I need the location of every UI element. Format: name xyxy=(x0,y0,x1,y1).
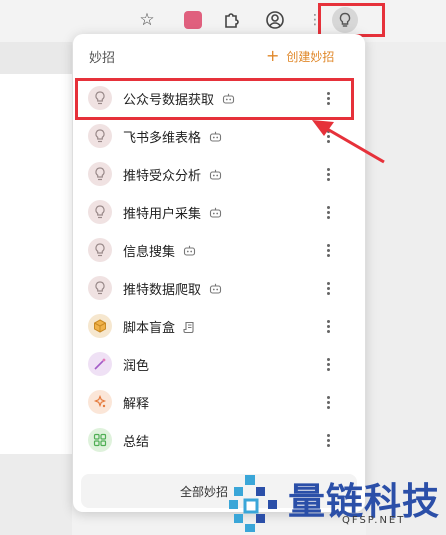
item-label: 总结 xyxy=(123,435,150,450)
more-options-icon[interactable] xyxy=(320,316,336,336)
bot-icon xyxy=(183,245,196,256)
lightbulb-extension-button[interactable] xyxy=(332,7,358,33)
list-item[interactable]: 润色 xyxy=(73,345,365,383)
sparkle-icon xyxy=(88,390,112,414)
item-label: 解释 xyxy=(123,397,150,412)
panel-header: 妙招 + 创建妙招 xyxy=(73,34,365,78)
item-label: 推特数据爬取 xyxy=(123,283,202,298)
more-options-icon[interactable] xyxy=(320,202,336,222)
more-options-icon[interactable] xyxy=(320,278,336,298)
page-background-bottom xyxy=(0,454,72,535)
grid-icon xyxy=(88,428,112,452)
lightbulb-icon xyxy=(88,124,112,148)
profile-icon[interactable] xyxy=(263,8,287,32)
item-label: 脚本盲盒 xyxy=(123,321,176,336)
more-options-icon[interactable] xyxy=(320,430,336,450)
list-item[interactable]: 推特数据爬取 xyxy=(73,269,365,307)
create-tip-label: 创建妙招 xyxy=(286,49,335,64)
lightbulb-icon xyxy=(88,276,112,300)
puzzle-icon[interactable] xyxy=(219,8,243,32)
list-item[interactable]: 总结 xyxy=(73,421,365,459)
more-options-icon[interactable] xyxy=(320,354,336,374)
lightbulb-icon xyxy=(88,162,112,186)
lightbulb-icon xyxy=(88,86,112,110)
item-label: 推特用户采集 xyxy=(123,207,202,222)
extension-pink-icon[interactable] xyxy=(181,8,205,32)
bot-icon xyxy=(209,169,222,180)
all-tips-label: 全部妙招 xyxy=(179,484,228,499)
panel-title: 妙招 xyxy=(89,51,116,66)
bot-icon xyxy=(222,93,235,104)
item-label: 飞书多维表格 xyxy=(123,131,202,146)
item-label: 推特受众分析 xyxy=(123,169,202,184)
script-icon xyxy=(183,321,195,333)
magic-wand-icon xyxy=(88,352,112,376)
bot-icon xyxy=(209,207,222,218)
item-label: 公众号数据获取 xyxy=(123,93,215,108)
page-background xyxy=(0,42,72,74)
item-label: 润色 xyxy=(123,359,150,374)
bot-icon xyxy=(209,131,222,142)
list-item[interactable]: 脚本盲盒 xyxy=(73,307,365,345)
more-options-icon[interactable] xyxy=(320,88,336,108)
list-item[interactable]: 解释 xyxy=(73,383,365,421)
list-item[interactable]: 推特用户采集 xyxy=(73,193,365,231)
all-tips-button[interactable]: 全部妙招 xyxy=(81,474,357,508)
page-content-area xyxy=(0,74,72,454)
star-icon[interactable]: ☆ xyxy=(135,8,159,32)
item-label: 信息搜集 xyxy=(123,245,176,260)
box-icon xyxy=(88,314,112,338)
lightbulb-icon xyxy=(88,200,112,224)
plus-icon: + xyxy=(266,46,280,65)
list-item[interactable]: 信息搜集 xyxy=(73,231,365,269)
more-options-icon[interactable] xyxy=(320,240,336,260)
more-options-icon[interactable] xyxy=(320,392,336,412)
tips-panel: 妙招 + 创建妙招 公众号数据获取 飞书多维表格 推特受众分析 推特用户采集 信… xyxy=(73,34,365,512)
bot-icon xyxy=(209,283,222,294)
arrow-annotation xyxy=(312,120,385,164)
lightbulb-icon xyxy=(88,238,112,262)
create-tip-button[interactable]: + 创建妙招 xyxy=(266,46,334,66)
